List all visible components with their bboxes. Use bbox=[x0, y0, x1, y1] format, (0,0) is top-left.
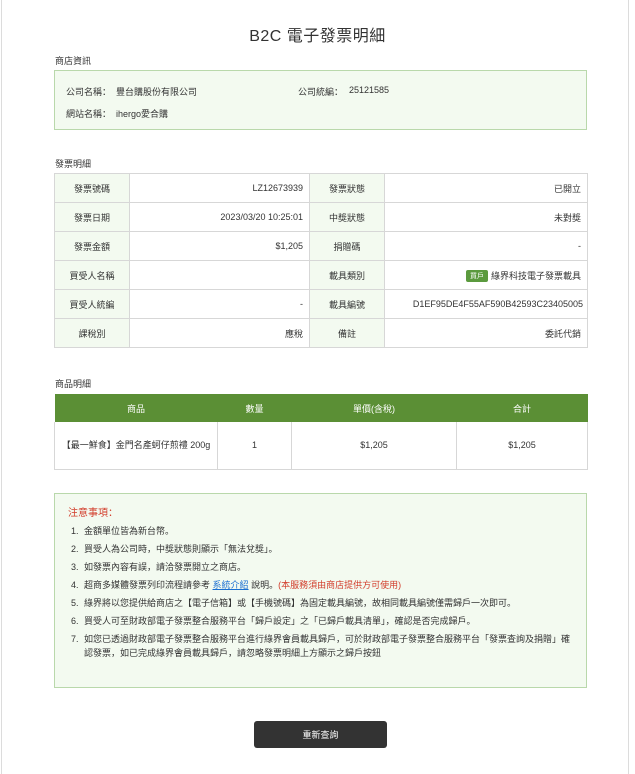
notice-text: 說明。 bbox=[251, 580, 279, 590]
company-id: 25121585 bbox=[349, 85, 390, 95]
remark: 委託代銷 bbox=[384, 318, 588, 348]
buyer-tax-id: - bbox=[129, 289, 310, 319]
buyer-tax-id-label: 買受人統編 bbox=[54, 289, 130, 319]
notice-warning: (本服務須由商店提供方可使用) bbox=[278, 580, 402, 590]
company-id-label: 公司統編： bbox=[298, 87, 344, 97]
table-row: 發票號碼 LZ12673939 發票狀態 已開立 bbox=[54, 173, 588, 203]
site-name: ihergo愛合購 bbox=[116, 109, 169, 119]
site-name-label: 網站名稱： bbox=[66, 109, 112, 119]
list-item: 7. 如您已透過財政部電子發票整合服務平台進行綠界會員載具歸戶，可於財政部電子發票… bbox=[68, 632, 573, 660]
invoice-details-table: 發票號碼 LZ12673939 發票狀態 已開立 發票日期 2023/03/20… bbox=[54, 173, 588, 348]
table-row: 發票金額 $1,205 捐贈碼 - bbox=[54, 231, 588, 261]
notice-text: 如發票內容有誤，請洽發票開立之商店。 bbox=[84, 562, 247, 572]
store-section-label: 商店資訊 bbox=[55, 56, 92, 66]
carrier-type: 綠界科技電子發票載具 bbox=[490, 270, 581, 281]
col-header-total: 合計 bbox=[456, 394, 588, 422]
table-row: 【最一鮮食】金門名產蚵仔煎禮 200g 1 $1,205 $1,205 bbox=[54, 422, 588, 470]
notice-text: 如您已透過財政部電子發票整合服務平台進行綠界會員載具歸戶，可於財政部電子發票整合… bbox=[84, 634, 571, 658]
notice-num: 6. bbox=[71, 616, 79, 626]
list-item: 6. 買受人可至財政部電子發票整合服務平台「歸戶設定」之「已歸戶載具清單」，確認是… bbox=[68, 614, 573, 628]
invoice-number: LZ12673939 bbox=[129, 173, 310, 203]
col-header-unit-price: 單價(含稅) bbox=[291, 394, 457, 422]
company-name-label: 公司名稱： bbox=[66, 87, 112, 97]
carrier-number: D1EF95DE4F55AF590B42593C23405005 bbox=[384, 289, 588, 319]
buyer-name bbox=[129, 260, 310, 290]
table-row: 買受人統編 - 載具編號 D1EF95DE4F55AF590B42593C234… bbox=[54, 289, 588, 319]
invoice-amount: $1,205 bbox=[129, 231, 310, 261]
product-header-row: 商品 數量 單價(含稅) 合計 bbox=[54, 394, 588, 422]
notice-text: 超商多媒體發票列印流程請參考 bbox=[84, 580, 211, 590]
list-item: 5. 綠界將以您提供給商店之【電子信箱】或【手機號碼】為固定載具編號，故相同載具編… bbox=[68, 596, 573, 610]
invoice-date: 2023/03/20 10:25:01 bbox=[129, 202, 310, 232]
notice-text: 買受人可至財政部電子發票整合服務平台「歸戶設定」之「已歸戶載具清單」，確認是否完… bbox=[84, 616, 476, 626]
notice-num: 3. bbox=[71, 562, 79, 572]
notice-text: 買受人為公司時，中獎狀態則顯示「無法兌獎」。 bbox=[84, 544, 278, 554]
donation-code: - bbox=[384, 231, 588, 261]
carrier-badge: 買戶 bbox=[465, 269, 488, 282]
notice-num: 7. bbox=[71, 634, 79, 644]
requery-button[interactable]: 重新查詢 bbox=[254, 721, 387, 748]
invoice-status-label: 發票狀態 bbox=[309, 173, 385, 203]
list-item: 3. 如發票內容有誤，請洽發票開立之商店。 bbox=[68, 560, 573, 574]
company-name: 豐台購股份有限公司 bbox=[116, 87, 198, 97]
notice-text: 金額單位皆為新台幣。 bbox=[84, 526, 175, 536]
invoice-section-label: 發票明細 bbox=[55, 159, 92, 169]
notice-box: 注意事項： 1. 金額單位皆為新台幣。 2. 買受人為公司時，中獎狀態則顯示「無法兌… bbox=[54, 493, 587, 688]
table-row: 買受人名稱 載具類別 買戶 綠界科技電子發票載具 bbox=[54, 260, 588, 290]
notice-list: 1. 金額單位皆為新台幣。 2. 買受人為公司時，中獎狀態則顯示「無法兌獎」。 3.… bbox=[68, 524, 573, 660]
notice-num: 1. bbox=[71, 526, 79, 536]
product-section-label: 商品明細 bbox=[55, 379, 92, 389]
col-header-product: 商品 bbox=[54, 394, 218, 422]
notice-num: 2. bbox=[71, 544, 79, 554]
invoice-date-label: 發票日期 bbox=[54, 202, 130, 232]
invoice-number-label: 發票號碼 bbox=[54, 173, 130, 203]
product-unit-price: $1,205 bbox=[291, 422, 457, 470]
notice-text: 綠界將以您提供給商店之【電子信箱】或【手機號碼】為固定載具編號，故相同載具編號僅… bbox=[84, 598, 517, 608]
notice-title: 注意事項： bbox=[68, 508, 118, 519]
system-intro-link[interactable]: 系統介紹 bbox=[213, 580, 249, 590]
table-row: 課稅別 應稅 備註 委託代銷 bbox=[54, 318, 588, 348]
list-item: 4. 超商多媒體發票列印流程請參考 系統介紹 說明。(本服務須由商店提供方可使用) bbox=[68, 578, 573, 592]
remark-label: 備註 bbox=[309, 318, 385, 348]
col-header-quantity: 數量 bbox=[217, 394, 292, 422]
table-row: 發票日期 2023/03/20 10:25:01 中獎狀態 未對獎 bbox=[54, 202, 588, 232]
list-item: 1. 金額單位皆為新台幣。 bbox=[68, 524, 573, 538]
tax-type: 應稅 bbox=[129, 318, 310, 348]
invoice-status: 已開立 bbox=[384, 173, 588, 203]
product-name: 【最一鮮食】金門名產蚵仔煎禮 200g bbox=[54, 422, 218, 470]
buyer-name-label: 買受人名稱 bbox=[54, 260, 130, 290]
notice-num: 5. bbox=[71, 598, 79, 608]
donation-code-label: 捐贈碼 bbox=[309, 231, 385, 261]
carrier-number-label: 載具編號 bbox=[309, 289, 385, 319]
page-title: B2C 電子發票明細 bbox=[249, 28, 386, 45]
invoice-amount-label: 發票金額 bbox=[54, 231, 130, 261]
prize-status-label: 中獎狀態 bbox=[309, 202, 385, 232]
product-total: $1,205 bbox=[456, 422, 588, 470]
carrier-type-label: 載具類別 bbox=[309, 260, 385, 290]
store-info-box: 公司名稱： 豐台購股份有限公司 公司統編： 25121585 網站名稱： ihe… bbox=[54, 70, 587, 130]
list-item: 2. 買受人為公司時，中獎狀態則顯示「無法兌獎」。 bbox=[68, 542, 573, 556]
carrier-type-cell: 買戶 綠界科技電子發票載具 bbox=[384, 260, 588, 290]
tax-type-label: 課稅別 bbox=[54, 318, 130, 348]
product-table: 商品 數量 單價(含稅) 合計 【最一鮮食】金門名產蚵仔煎禮 200g 1 $1… bbox=[54, 394, 588, 470]
notice-num: 4. bbox=[71, 580, 79, 590]
product-quantity: 1 bbox=[217, 422, 292, 470]
prize-status: 未對獎 bbox=[384, 202, 588, 232]
